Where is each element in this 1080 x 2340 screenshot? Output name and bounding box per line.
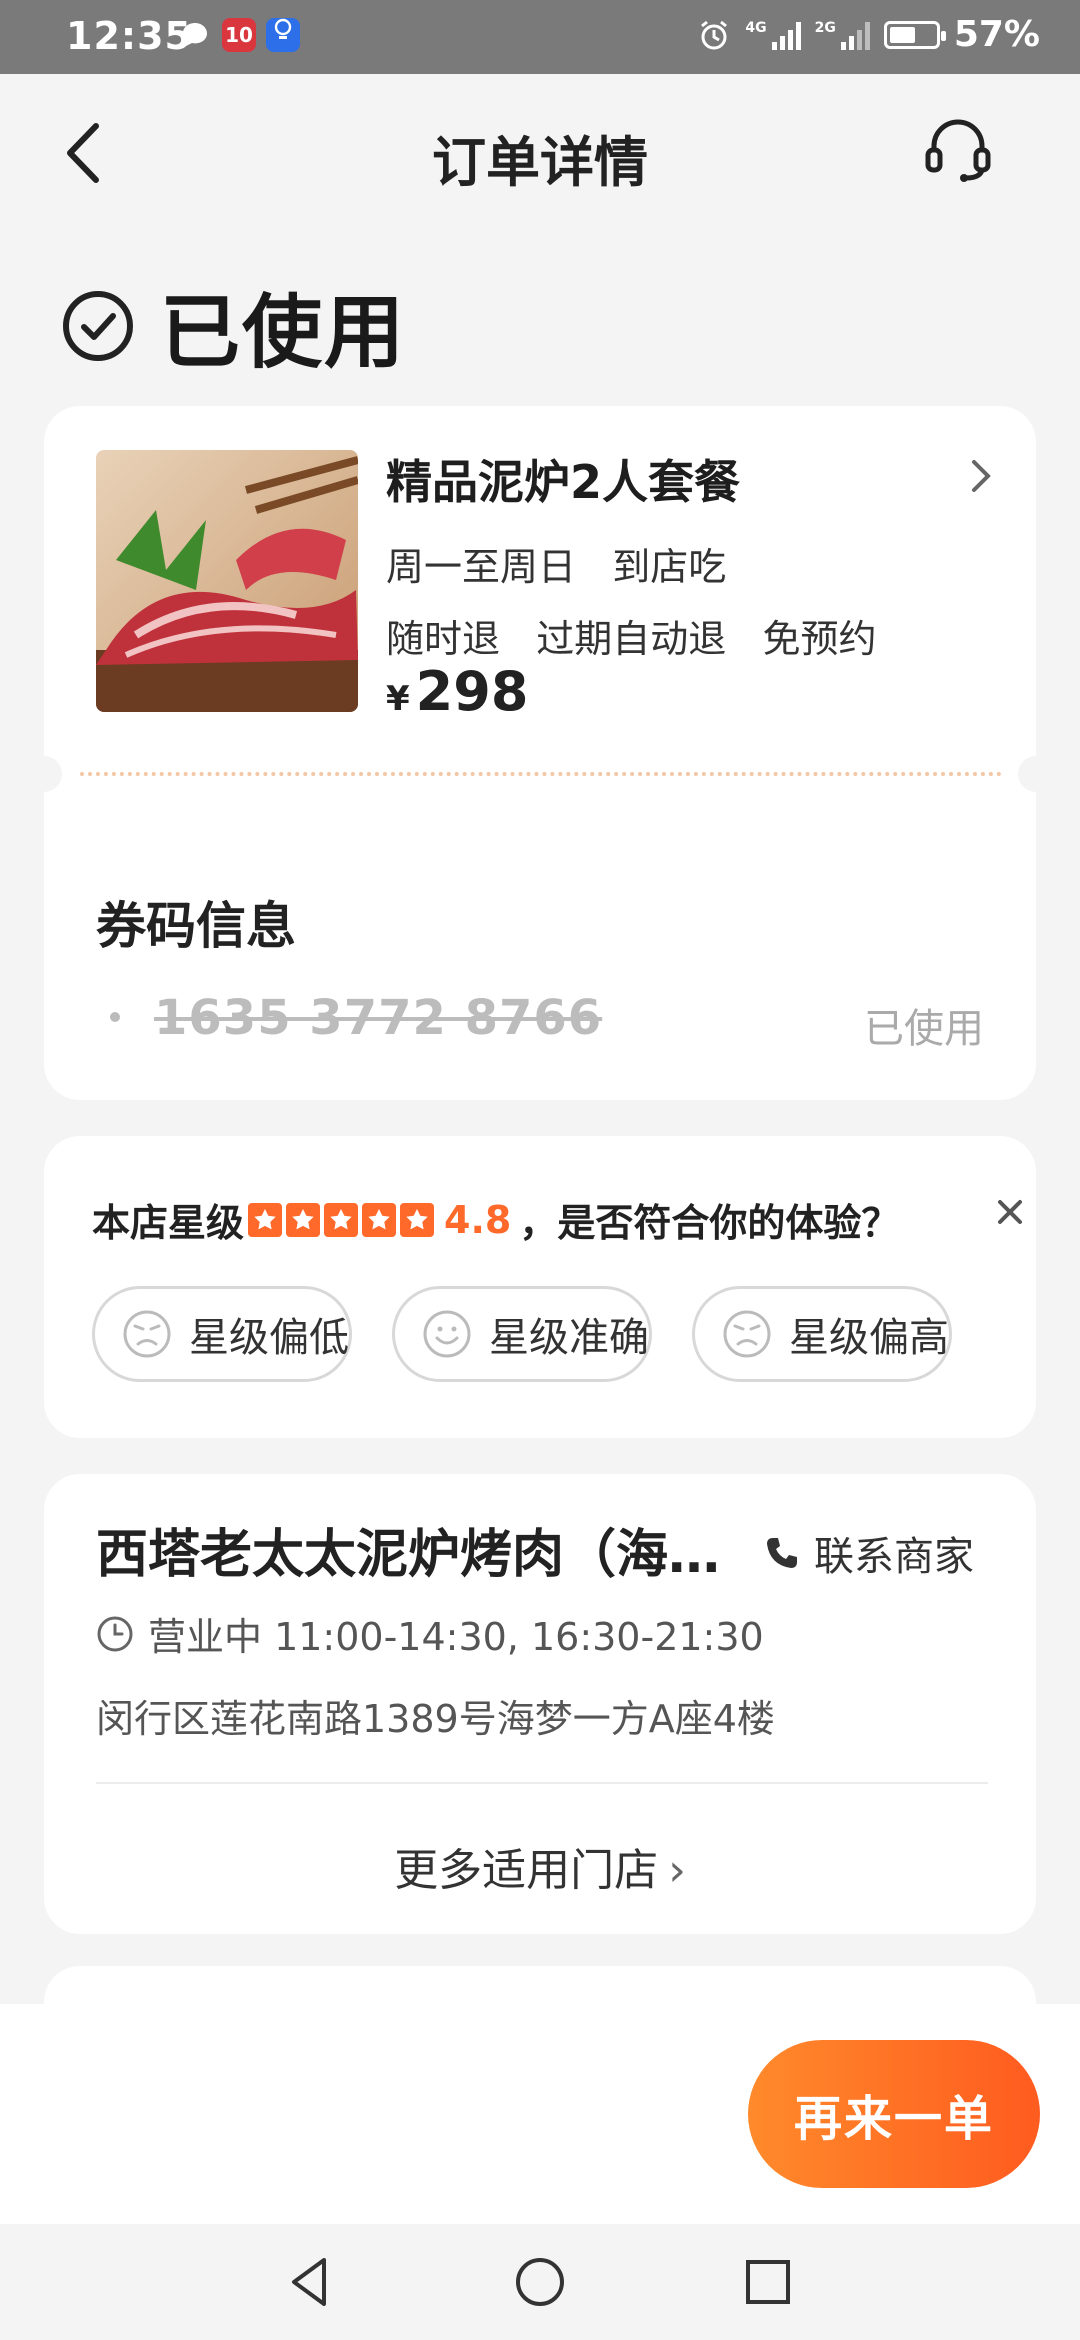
shop-address[interactable]: 闵行区莲花南路1389号海梦一方A座4楼: [96, 1688, 775, 1743]
rating-option-accurate-button[interactable]: 星级准确: [392, 1286, 652, 1382]
frown-face-icon: [123, 1310, 171, 1358]
contact-merchant-button[interactable]: 联系商家: [764, 1524, 974, 1582]
alarm-icon: [701, 20, 728, 49]
rating-option-high-button[interactable]: 星级偏高: [692, 1286, 952, 1382]
ticket-notch-right: [1018, 756, 1054, 792]
coupon-section-title: 券码信息: [96, 897, 296, 955]
phone-icon: [767, 1538, 797, 1568]
nav-recents-icon[interactable]: [738, 2252, 798, 2312]
more-stores-label: 更多适用门店: [394, 1845, 659, 1896]
product-image[interactable]: [96, 450, 358, 712]
customer-service-headset-icon[interactable]: [920, 112, 996, 188]
nav-back-icon[interactable]: [280, 2252, 340, 2312]
smile-face-icon: [423, 1310, 471, 1358]
currency-symbol: ¥: [386, 679, 410, 719]
battery-percent: 57%: [953, 14, 1040, 55]
star-icon: [248, 1202, 283, 1237]
star-icon: [324, 1202, 359, 1237]
check-circle-icon: [63, 291, 133, 361]
rating-option-label: 星级偏高: [789, 1315, 949, 1361]
coupon-code: 1635 3772 8766: [154, 990, 603, 1046]
rating-option-label: 星级偏低: [189, 1315, 349, 1361]
bulb-app-icon: [266, 18, 300, 52]
hours-text: 营业中 11:00-14:30, 16:30-21:30: [148, 1615, 764, 1659]
chevron-right-icon[interactable]: [966, 456, 996, 496]
coupon-bullet: [110, 1012, 120, 1022]
chevron-right-icon: ›: [668, 1845, 686, 1896]
shop-name[interactable]: 西塔老太太泥炉烤肉（海…: [96, 1512, 720, 1587]
notification-icons: 10: [178, 18, 300, 52]
star-icon: [286, 1202, 321, 1237]
price-value: 298: [415, 660, 529, 723]
news-app-icon: 10: [222, 18, 256, 52]
signal-4g-icon: 4G: [745, 20, 801, 50]
rating-score: 4.8: [444, 1197, 512, 1242]
status-time: 12:35: [66, 14, 192, 58]
shop-hours: 营业中 11:00-14:30, 16:30-21:30: [96, 1606, 764, 1661]
status-bar: 12:35 10 4G 2G 57%: [0, 0, 1080, 74]
page-title: 订单详情: [432, 131, 648, 194]
order-status-row: 已使用: [62, 268, 406, 384]
product-price: ¥298: [386, 660, 528, 723]
reorder-button[interactable]: 再来一单: [748, 2040, 1040, 2188]
perforation-divider: [80, 772, 1002, 776]
rating-option-low-button[interactable]: 星级偏低: [92, 1286, 352, 1382]
ticket-notch-left: [26, 756, 62, 792]
battery-icon: [883, 20, 946, 49]
frown-face-icon: [723, 1310, 771, 1358]
clock-icon: [97, 1616, 133, 1651]
order-status: 已使用: [160, 286, 406, 379]
divider: [96, 1782, 988, 1784]
rating-question-text: ，是否符合你的体验？: [519, 1201, 900, 1245]
rating-question: 本店星级 4.8 ，是否符合你的体验？: [92, 1192, 899, 1247]
product-schedule: 周一至周日 到店吃: [386, 545, 727, 589]
chat-bubble-icon: [183, 23, 207, 46]
rating-prefix: 本店星级: [92, 1201, 245, 1245]
status-right: 4G 2G 57%: [697, 14, 1040, 55]
close-icon[interactable]: [994, 1196, 1026, 1228]
rating-option-label: 星级准确: [489, 1315, 649, 1361]
nav-home-icon[interactable]: [510, 2252, 570, 2312]
star-icon: [400, 1202, 435, 1237]
more-stores-link[interactable]: 更多适用门店 ›: [0, 1834, 1080, 1898]
star-icon: [362, 1202, 397, 1237]
product-policies: 随时退 过期自动退 免预约: [386, 617, 877, 661]
coupon-status: 已使用: [864, 1006, 984, 1052]
contact-label: 联系商家: [814, 1534, 974, 1580]
signal-2g-icon: 2G: [815, 20, 870, 50]
product-name[interactable]: 精品泥炉2人套餐: [386, 446, 740, 512]
star-rating: [248, 1202, 435, 1237]
